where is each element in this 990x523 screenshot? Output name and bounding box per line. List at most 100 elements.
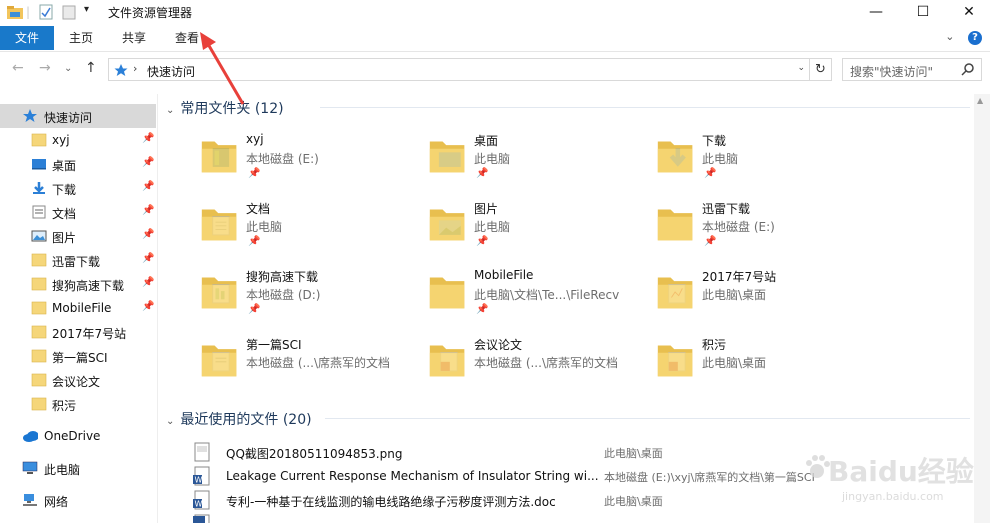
folder-tile[interactable]: 桌面 此电脑 📌 bbox=[388, 128, 608, 192]
tab-file[interactable]: 文件 bbox=[0, 26, 54, 50]
help-icon[interactable]: ? bbox=[968, 31, 982, 45]
sidebar-item-quick-access-entry[interactable]: 文档 📌 bbox=[0, 200, 156, 224]
folder-tile[interactable]: 文档 此电脑 📌 bbox=[160, 196, 380, 260]
baidu-watermark: Baidu经验 jingyan.baidu.com bbox=[800, 448, 980, 518]
sidebar-item-quick-access-entry[interactable]: xyj 📌 bbox=[0, 128, 156, 152]
computer-icon bbox=[22, 461, 38, 474]
tab-share[interactable]: 共享 bbox=[122, 26, 146, 50]
pin-icon[interactable]: 📌 bbox=[142, 277, 154, 288]
pin-icon: 📌 bbox=[704, 236, 717, 247]
pin-icon[interactable]: 📌 bbox=[142, 205, 154, 216]
window-title: 文件资源管理器 bbox=[108, 6, 193, 20]
folder-tile[interactable]: 迅雷下载 本地磁盘 (E:) 📌 bbox=[616, 196, 836, 260]
pin-icon[interactable]: 📌 bbox=[142, 181, 154, 192]
sidebar-item-quick-access[interactable]: 快速访问 bbox=[0, 104, 156, 128]
sidebar-item-quick-access-entry[interactable]: 桌面 📌 bbox=[0, 152, 156, 176]
frequent-folders-header[interactable]: ⌄ 常用文件夹 (12) bbox=[166, 98, 284, 118]
address-bar[interactable]: › 快速访问 ⌄ bbox=[108, 58, 810, 81]
folder-tile[interactable]: 第一篇SCI 本地磁盘 (...\席燕军的文档 bbox=[160, 332, 390, 396]
sidebar-item-quick-access-entry[interactable]: 积污 bbox=[0, 392, 156, 416]
folder-icon bbox=[201, 277, 237, 309]
folder-tile[interactable]: 图片 此电脑 📌 bbox=[388, 196, 608, 260]
refresh-button[interactable]: ↻ bbox=[810, 58, 832, 81]
folder-tile[interactable]: 搜狗高速下载 本地磁盘 (D:) 📌 bbox=[160, 264, 380, 328]
new-folder-icon[interactable] bbox=[62, 4, 76, 20]
sidebar-item-network[interactable]: 网络 bbox=[0, 488, 156, 512]
folder-name: 迅雷下载 bbox=[702, 202, 751, 216]
scroll-up-icon[interactable]: ▲ bbox=[977, 96, 983, 105]
chevron-down-icon[interactable]: ⌄ bbox=[166, 105, 174, 116]
search-icon[interactable] bbox=[961, 62, 975, 76]
folder-icon bbox=[31, 349, 47, 363]
breadcrumb-separator[interactable]: › bbox=[133, 62, 137, 75]
sidebar-item-quick-access-entry[interactable]: 第一篇SCI bbox=[0, 344, 156, 368]
chevron-down-icon[interactable]: ⌄ bbox=[166, 416, 174, 427]
sidebar-item-quick-access-entry[interactable]: 会议论文 bbox=[0, 368, 156, 392]
folder-tile[interactable]: MobileFile 此电脑\文档\Te...\FileRecv 📌 bbox=[388, 264, 619, 328]
pin-icon[interactable]: 📌 bbox=[142, 253, 154, 264]
pin-icon: 📌 bbox=[704, 168, 717, 179]
folder-icon bbox=[201, 209, 237, 241]
breadcrumb-quick-access[interactable]: 快速访问 bbox=[147, 63, 195, 80]
ribbon-right: ⌄ ? bbox=[945, 30, 982, 45]
sidebar-item-quick-access-entry[interactable]: 迅雷下载 📌 bbox=[0, 248, 156, 272]
sidebar-item-onedrive[interactable]: OneDrive bbox=[0, 424, 156, 448]
folder-tile[interactable]: 积污 此电脑\桌面 bbox=[616, 332, 836, 396]
close-button[interactable]: ✕ bbox=[946, 0, 990, 24]
file-location: 此电脑\桌面 bbox=[604, 495, 663, 508]
customize-qa-icon[interactable]: ▾ bbox=[84, 4, 89, 20]
pin-icon[interactable]: 📌 bbox=[142, 157, 154, 168]
folder-icon bbox=[201, 141, 237, 173]
cloud-icon bbox=[23, 431, 38, 442]
sidebar-item-this-pc[interactable]: 此电脑 bbox=[0, 456, 156, 480]
folder-name: xyj bbox=[246, 132, 264, 146]
back-button[interactable]: ← bbox=[12, 60, 24, 76]
title-bar: | ▾ 文件资源管理器 — ☐ ✕ bbox=[0, 0, 990, 24]
svg-text:W: W bbox=[195, 476, 203, 485]
frequent-folders-title: 常用文件夹 (12) bbox=[180, 101, 284, 117]
tab-home[interactable]: 主页 bbox=[69, 26, 93, 50]
properties-icon[interactable] bbox=[38, 4, 54, 20]
pin-icon[interactable]: 📌 bbox=[142, 301, 154, 312]
folder-name: 桌面 bbox=[474, 134, 499, 148]
up-button[interactable]: ↑ bbox=[85, 60, 97, 76]
pin-icon[interactable]: 📌 bbox=[142, 133, 154, 144]
sidebar-item-quick-access-entry[interactable]: 搜狗高速下载 📌 bbox=[0, 272, 156, 296]
ribbon-tabs: 文件 主页 共享 查看 ⌄ ? bbox=[0, 24, 990, 52]
folder-location: 本地磁盘 (...\席燕军的文档 bbox=[474, 356, 618, 370]
folder-icon bbox=[31, 325, 47, 339]
sidebar-item-quick-access-entry[interactable]: 下载 📌 bbox=[0, 176, 156, 200]
star-icon bbox=[114, 64, 128, 76]
folder-icon bbox=[657, 141, 693, 173]
sidebar-item-label: 会议论文 bbox=[52, 375, 101, 389]
sidebar-item-quick-access-entry[interactable]: 图片 📌 bbox=[0, 224, 156, 248]
folder-tile[interactable]: 会议论文本地磁盘 (...\席燕军的文档 bbox=[388, 332, 618, 396]
file-explorer-window: | ▾ 文件资源管理器 — ☐ ✕ 文件 主页 共享 查看 ⌄ ? ← → ⌄ … bbox=[0, 0, 990, 523]
folder-name: 会议论文 bbox=[474, 338, 523, 352]
sidebar-item-quick-access-entry[interactable]: 2017年7号站 bbox=[0, 320, 156, 344]
folder-tile[interactable]: 2017年7号站 此电脑\桌面 bbox=[616, 264, 836, 328]
search-input[interactable]: 搜索"快速访问" bbox=[850, 63, 933, 80]
search-box[interactable]: 搜索"快速访问" bbox=[842, 58, 982, 81]
address-dropdown-button[interactable]: ⌄ bbox=[797, 63, 805, 73]
folder-tile[interactable]: xyj 本地磁盘 (E:) 📌 bbox=[160, 128, 380, 192]
pin-icon: 📌 bbox=[476, 168, 489, 179]
forward-button[interactable]: → bbox=[39, 60, 51, 76]
minimize-button[interactable]: — bbox=[853, 0, 899, 24]
sidebar-item-label: 积污 bbox=[52, 399, 77, 413]
pin-icon[interactable]: 📌 bbox=[142, 229, 154, 240]
folder-icon bbox=[31, 277, 47, 291]
expand-ribbon-button[interactable]: ⌄ bbox=[945, 30, 954, 43]
maximize-button[interactable]: ☐ bbox=[900, 0, 946, 24]
sidebar-item-label: 此电脑 bbox=[44, 463, 81, 477]
pin-icon: 📌 bbox=[476, 304, 489, 315]
section-divider bbox=[320, 107, 970, 108]
recent-locations-button[interactable]: ⌄ bbox=[64, 63, 72, 74]
sidebar-item-quick-access-entry[interactable]: MobileFile 📌 bbox=[0, 296, 156, 320]
recent-files-header[interactable]: ⌄ 最近使用的文件 (20) bbox=[166, 409, 312, 429]
folder-tile[interactable]: 下载 此电脑 📌 bbox=[616, 128, 836, 192]
folder-location: 此电脑 bbox=[702, 152, 739, 166]
explorer-icon bbox=[7, 6, 23, 19]
folder-location: 本地磁盘 (D:) bbox=[246, 288, 321, 302]
tab-view[interactable]: 查看 bbox=[175, 26, 199, 50]
